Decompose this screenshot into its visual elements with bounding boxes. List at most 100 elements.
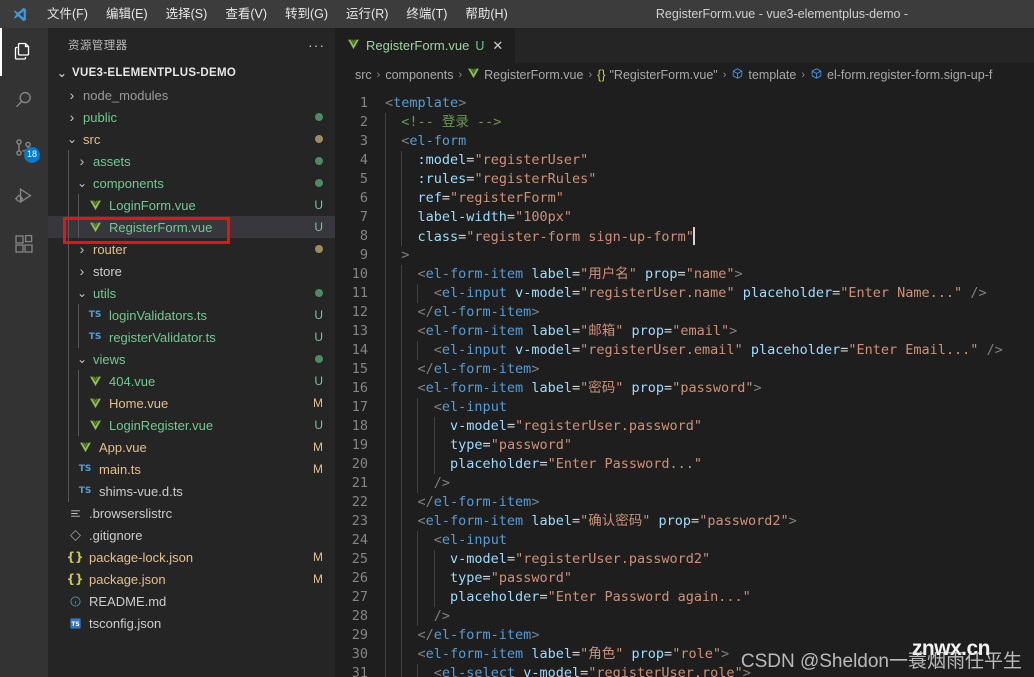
code-line-5[interactable]: :rules="registerRules" bbox=[381, 170, 1034, 189]
code-line-4[interactable]: :model="registerUser" bbox=[381, 151, 1034, 170]
activity-source-control-icon[interactable]: 18 bbox=[0, 124, 48, 172]
tree-item-tsconfig-json[interactable]: TS tsconfig.json bbox=[48, 612, 335, 634]
tab-registerform-vue[interactable]: RegisterForm.vue U ✕ bbox=[335, 28, 517, 63]
code-line-16[interactable]: <el-form-item label="密码" prop="password"… bbox=[381, 379, 1034, 398]
code-editor[interactable]: 1 2 3 4 5 6 7 8 9 10 11 12 13 14 15 16 17 18 19 20 21 22 23 24 2… bbox=[335, 86, 1034, 677]
code-line-19[interactable]: type="password" bbox=[381, 436, 1034, 455]
code-line-7[interactable]: label-width="100px" bbox=[381, 208, 1034, 227]
code-line-14[interactable]: <el-input v-model="registerUser.email" p… bbox=[381, 341, 1034, 360]
chevron-right-icon[interactable]: › bbox=[66, 84, 78, 106]
breadcrumb-item-5[interactable]: el-form.register-form.sign-up-f bbox=[810, 67, 992, 83]
code-line-24[interactable]: <el-input bbox=[381, 531, 1034, 550]
code-line-11[interactable]: <el-input v-model="registerUser.name" pl… bbox=[381, 284, 1034, 303]
tree-item-registervalidator-ts[interactable]: TS registerValidator.ts U bbox=[48, 326, 335, 348]
breadcrumb-item-0[interactable]: src bbox=[355, 68, 372, 82]
chevron-down-icon[interactable]: ⌄ bbox=[76, 282, 88, 304]
chevron-right-icon[interactable]: › bbox=[76, 238, 88, 260]
menu-go[interactable]: 转到(G) bbox=[276, 3, 337, 25]
tree-item-404-vue[interactable]: 404.vue U bbox=[48, 370, 335, 392]
code-line-28[interactable]: /> bbox=[381, 607, 1034, 626]
tree-item-views[interactable]: ⌄ views bbox=[48, 348, 335, 370]
code-line-15[interactable]: </el-form-item> bbox=[381, 360, 1034, 379]
tree-item-shims-vue-d-ts[interactable]: TS shims-vue.d.ts bbox=[48, 480, 335, 502]
indent-guide bbox=[68, 172, 69, 194]
code-line-12[interactable]: </el-form-item> bbox=[381, 303, 1034, 322]
tree-item-public[interactable]: › public bbox=[48, 106, 335, 128]
tree-item-loginregister-vue[interactable]: LoginRegister.vue U bbox=[48, 414, 335, 436]
file-tree[interactable]: ⌄ VUE3-ELEMENTPLUS-DEMO › node_modules › publ… bbox=[48, 62, 335, 677]
menu-edit[interactable]: 编辑(E) bbox=[97, 3, 157, 25]
tree-item-label: package.json bbox=[89, 571, 166, 587]
code-line-31[interactable]: <el-select v-model="registerUser.role"> bbox=[381, 664, 1034, 677]
tree-item-components[interactable]: ⌄ components bbox=[48, 172, 335, 194]
breadcrumb-item-3[interactable]: {} "RegisterForm.vue" bbox=[597, 68, 718, 82]
code-line-17[interactable]: <el-input bbox=[381, 398, 1034, 417]
code-indent-guide bbox=[417, 550, 419, 569]
activity-explorer-files-icon[interactable] bbox=[0, 28, 48, 76]
tree-item-assets[interactable]: › assets bbox=[48, 150, 335, 172]
activity-extensions-icon[interactable] bbox=[0, 220, 48, 268]
chevron-down-icon[interactable]: ⌄ bbox=[56, 62, 68, 84]
code-line-10[interactable]: <el-form-item label="用户名" prop="name"> bbox=[381, 265, 1034, 284]
menu-file[interactable]: 文件(F) bbox=[38, 3, 97, 25]
chevron-down-icon[interactable]: ⌄ bbox=[76, 172, 88, 194]
menu-selection[interactable]: 选择(S) bbox=[157, 3, 217, 25]
chevron-down-icon[interactable]: ⌄ bbox=[66, 128, 78, 150]
breadcrumb-item-1[interactable]: components bbox=[385, 68, 453, 82]
chevron-right-icon[interactable]: › bbox=[76, 260, 88, 282]
close-icon[interactable]: ✕ bbox=[490, 38, 505, 54]
activity-search-icon[interactable] bbox=[0, 76, 48, 124]
code-line-23[interactable]: <el-form-item label="确认密码" prop="passwor… bbox=[381, 512, 1034, 531]
menu-view[interactable]: 查看(V) bbox=[216, 3, 276, 25]
explorer-more-actions-icon[interactable]: ··· bbox=[308, 37, 325, 53]
chevron-right-icon[interactable]: › bbox=[66, 106, 78, 128]
code-indent-guide bbox=[401, 588, 403, 607]
tree-root-vue3-elementplus-demo[interactable]: ⌄ VUE3-ELEMENTPLUS-DEMO bbox=[48, 62, 335, 84]
code-line-9[interactable]: > bbox=[381, 246, 1034, 265]
menu-bar[interactable]: 文件(F) 编辑(E) 选择(S) 查看(V) 转到(G) 运行(R) 终端(T… bbox=[38, 0, 517, 28]
tree-item-store[interactable]: › store bbox=[48, 260, 335, 282]
code-line-3[interactable]: <el-form bbox=[381, 132, 1034, 151]
code-token: "registerUser" bbox=[474, 152, 589, 168]
breadcrumb-item-2[interactable]: RegisterForm.vue bbox=[467, 67, 583, 83]
code-line-6[interactable]: ref="registerForm" bbox=[381, 189, 1034, 208]
code-line-1[interactable]: <template> bbox=[381, 94, 1034, 113]
chevron-right-icon[interactable]: › bbox=[76, 150, 88, 172]
tree-item-readme-md[interactable]: README.md bbox=[48, 590, 335, 612]
code-line-13[interactable]: <el-form-item label="邮箱" prop="email"> bbox=[381, 322, 1034, 341]
tree-item-router[interactable]: › router bbox=[48, 238, 335, 260]
code-line-22[interactable]: </el-form-item> bbox=[381, 493, 1034, 512]
chevron-down-icon[interactable]: ⌄ bbox=[76, 348, 88, 370]
code-line-2[interactable]: <!-- 登录 --> bbox=[381, 113, 1034, 132]
tree-item-home-vue[interactable]: Home.vue M bbox=[48, 392, 335, 414]
code-line-26[interactable]: type="password" bbox=[381, 569, 1034, 588]
tree-item-gitignore[interactable]: .gitignore bbox=[48, 524, 335, 546]
code-line-8[interactable]: class="register-form sign-up-form" bbox=[381, 227, 1034, 246]
code-token: el-select bbox=[441, 665, 516, 677]
tree-item-browserslistrc[interactable]: .browserslistrc bbox=[48, 502, 335, 524]
breadcrumb-item-4[interactable]: template bbox=[731, 67, 796, 83]
tree-item-main-ts[interactable]: TS main.ts M bbox=[48, 458, 335, 480]
code-line-27[interactable]: placeholder="Enter Password again..." bbox=[381, 588, 1034, 607]
code-line-18[interactable]: v-model="registerUser.password" bbox=[381, 417, 1034, 436]
menu-run[interactable]: 运行(R) bbox=[337, 3, 397, 25]
tree-item-registerform-vue[interactable]: RegisterForm.vue U bbox=[48, 216, 335, 238]
tree-item-node-modules[interactable]: › node_modules bbox=[48, 84, 335, 106]
code-line-21[interactable]: /> bbox=[381, 474, 1034, 493]
tree-item-utils[interactable]: ⌄ utils bbox=[48, 282, 335, 304]
breadcrumb[interactable]: src › components › RegisterForm.vue › {} "Regis… bbox=[335, 63, 1034, 86]
tree-item-loginform-vue[interactable]: LoginForm.vue U bbox=[48, 194, 335, 216]
activity-run-debug-icon[interactable] bbox=[0, 172, 48, 220]
menu-help[interactable]: 帮助(H) bbox=[456, 3, 516, 25]
tree-item-git-status: U bbox=[314, 418, 323, 432]
code-line-20[interactable]: placeholder="Enter Password..." bbox=[381, 455, 1034, 474]
tree-item-package-json[interactable]: {} package.json M bbox=[48, 568, 335, 590]
tree-item-loginvalidators-ts[interactable]: TS loginValidators.ts U bbox=[48, 304, 335, 326]
tree-item-src[interactable]: ⌄ src bbox=[48, 128, 335, 150]
code-line-25[interactable]: v-model="registerUser.password2" bbox=[381, 550, 1034, 569]
tree-item-app-vue[interactable]: App.vue M bbox=[48, 436, 335, 458]
tree-item-package-lock-json[interactable]: {} package-lock.json M bbox=[48, 546, 335, 568]
menu-terminal[interactable]: 终端(T) bbox=[397, 3, 456, 25]
code-content[interactable]: <template> <!-- 登录 --> <el-form :model="… bbox=[381, 86, 1034, 677]
